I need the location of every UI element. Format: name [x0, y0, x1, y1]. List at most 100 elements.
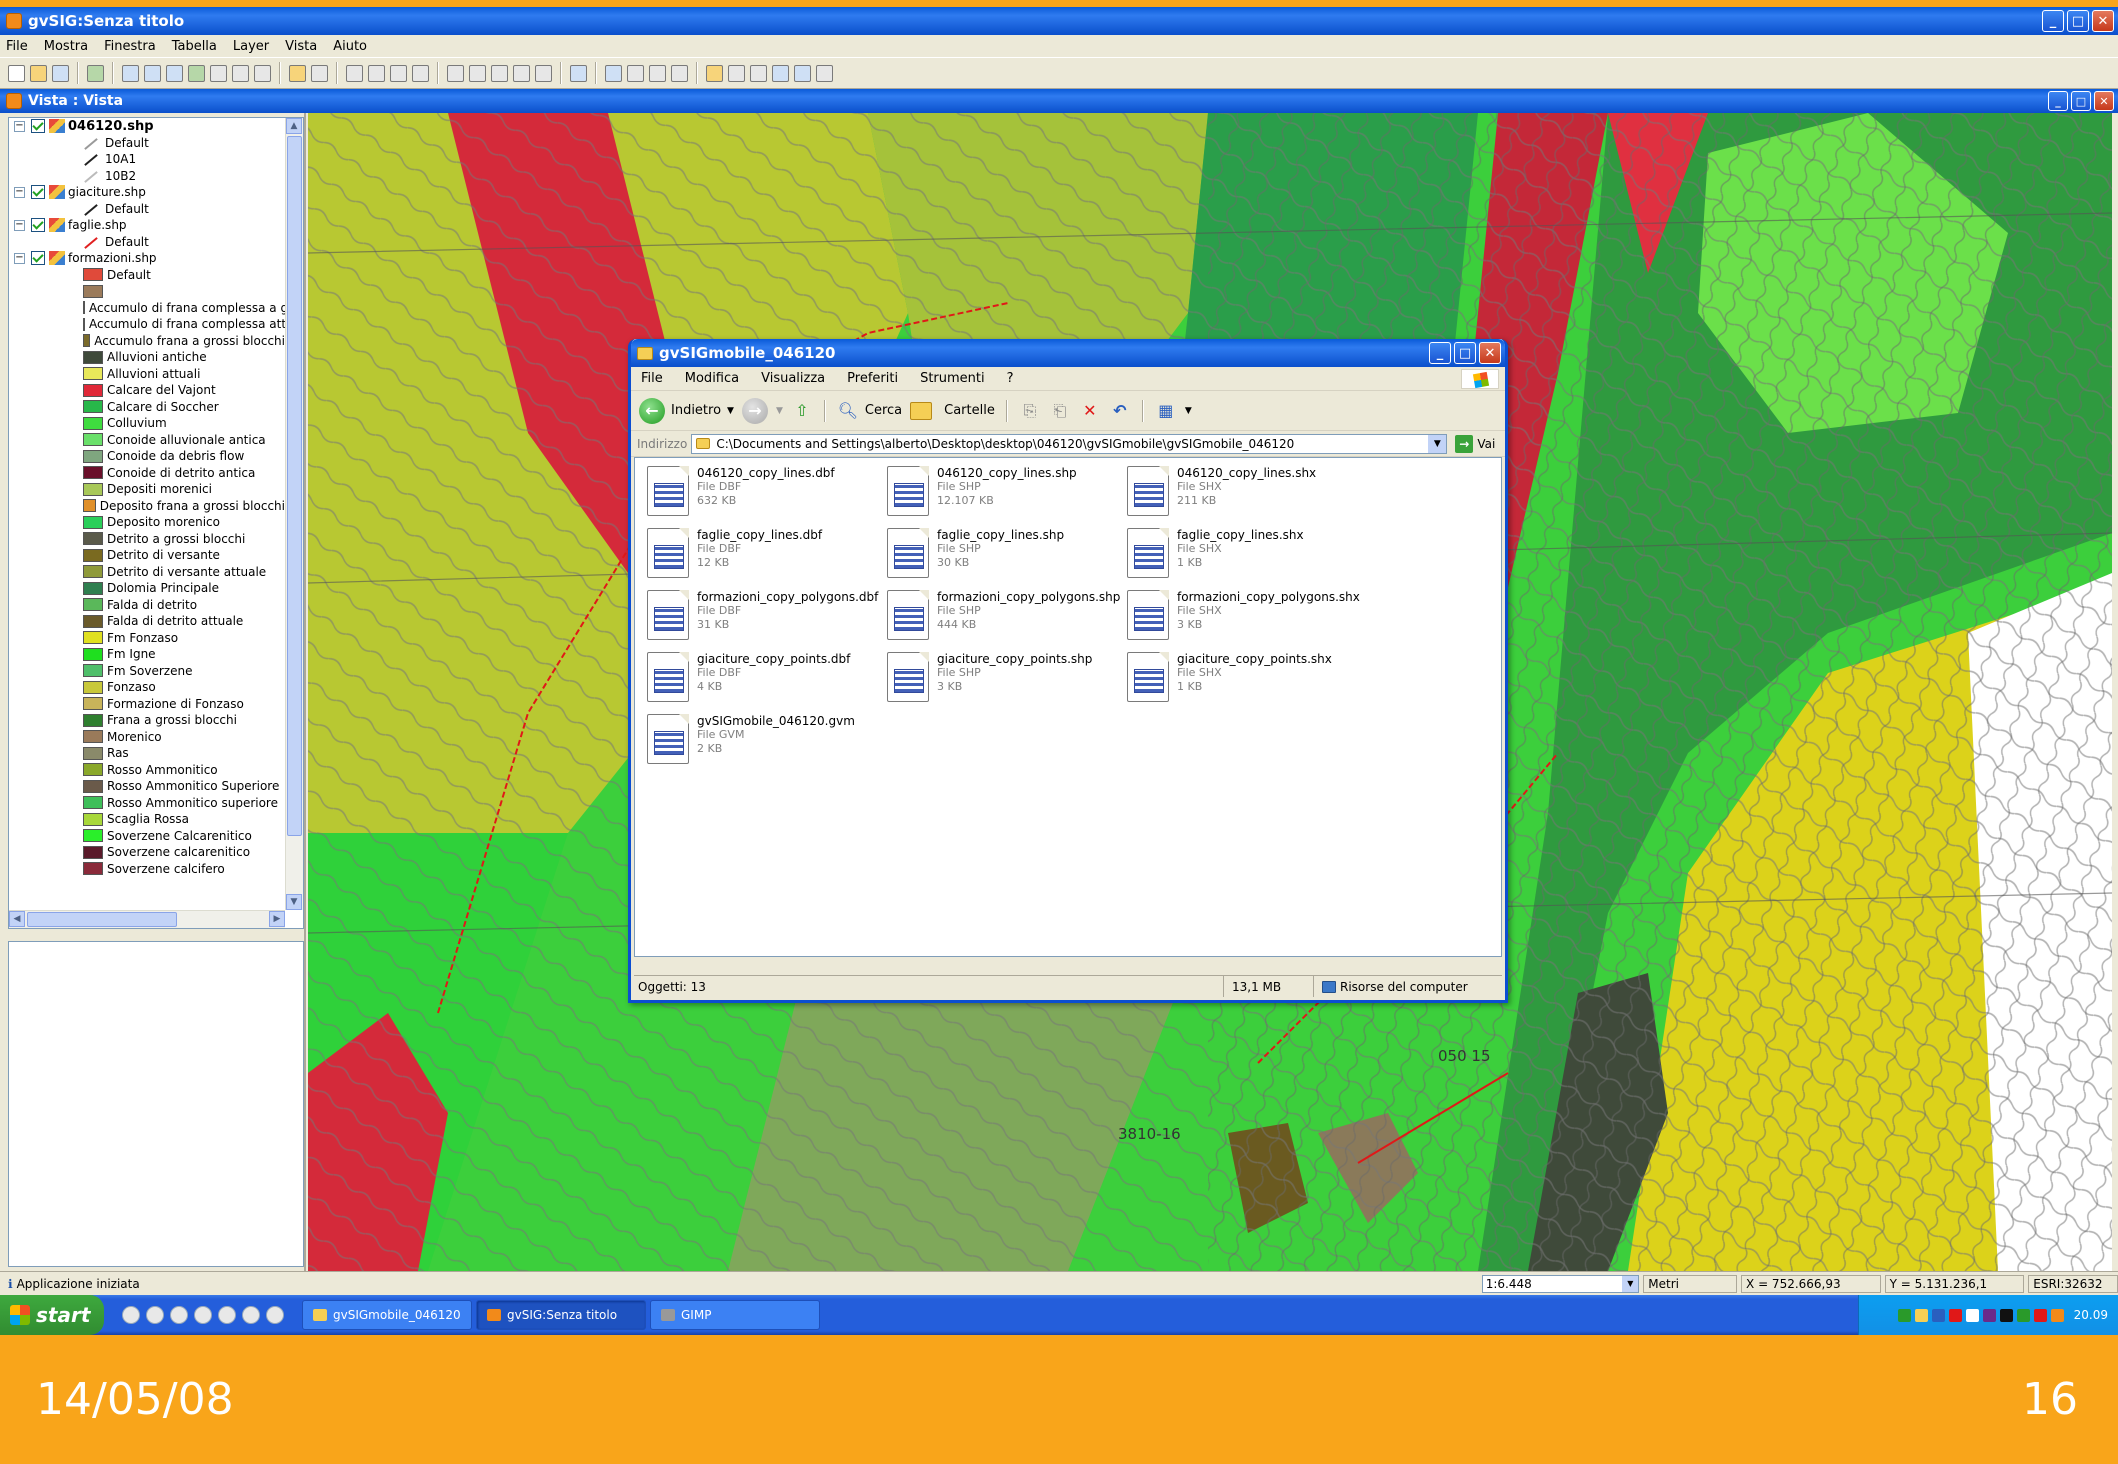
info-icon[interactable] — [346, 64, 363, 82]
explorer-menu-help[interactable]: ? — [1007, 371, 1014, 386]
file-item[interactable]: giaciture_copy_points.dbf File DBF 4 KB — [647, 652, 883, 708]
firefox-icon[interactable] — [146, 1306, 164, 1324]
menu-tabella[interactable]: Tabella — [172, 39, 217, 54]
copy-icon[interactable] — [772, 64, 789, 82]
scroll-down-icon[interactable]: ▼ — [286, 894, 302, 910]
explorer-menu-preferiti[interactable]: Preferiti — [847, 371, 898, 386]
select-layer-icon[interactable] — [535, 64, 552, 82]
file-item[interactable]: formazioni_copy_polygons.dbf File DBF 31 K… — [647, 590, 883, 646]
back-button[interactable]: ← Indietro ▼ — [639, 397, 734, 424]
view-minimize-button[interactable]: _ — [2048, 91, 2068, 111]
undo-icon[interactable]: ↶ — [1109, 400, 1131, 422]
zoom-select-icon[interactable] — [166, 64, 183, 82]
zoom-previous-icon[interactable] — [254, 64, 271, 82]
explorer-close-button[interactable]: ✕ — [1479, 342, 1501, 364]
zoom-out-icon[interactable] — [144, 64, 161, 82]
forward-arrow-icon[interactable]: → — [741, 397, 768, 424]
zoom-all-icon[interactable] — [188, 64, 205, 82]
search-button[interactable]: 🔍︎ Cerca — [837, 400, 902, 422]
ie-icon[interactable] — [122, 1306, 140, 1324]
delete-icon[interactable]: ✕ — [1079, 400, 1101, 422]
select-pointer-icon[interactable] — [447, 64, 464, 82]
locator-icon[interactable] — [289, 64, 306, 82]
tray-icon-9[interactable] — [2033, 1308, 2047, 1322]
toc-layer-row[interactable]: − formazioni.shp — [9, 250, 285, 267]
menu-vista[interactable]: Vista — [285, 39, 317, 54]
move-to-icon[interactable]: ⎘ — [1019, 400, 1041, 422]
save-icon[interactable] — [52, 64, 69, 82]
task-gvsig[interactable]: gvSIG:Senza titolo — [476, 1300, 646, 1330]
scale-dropdown-icon[interactable]: ▼ — [1622, 1275, 1639, 1292]
add-layer-icon[interactable] — [87, 64, 104, 82]
toc-layer-row[interactable]: − giaciture.shp — [9, 184, 285, 201]
layout-icon[interactable] — [706, 64, 723, 82]
file-item[interactable]: 046120_copy_lines.dbf File DBF 632 KB — [647, 466, 883, 522]
paste-icon[interactable] — [794, 64, 811, 82]
views-dropdown-icon[interactable]: ▼ — [1185, 406, 1192, 416]
address-field[interactable]: C:\Documents and Settings\alberto\Deskto… — [691, 433, 1448, 454]
tray-icon-1[interactable] — [1897, 1308, 1911, 1322]
folders-button[interactable]: Cartelle — [910, 401, 995, 420]
copy-to-icon[interactable]: ⎗ — [1049, 400, 1071, 422]
tray-icon-5[interactable] — [1965, 1308, 1979, 1322]
menu-mostra[interactable]: Mostra — [44, 39, 88, 54]
select-polygon-icon[interactable] — [513, 64, 530, 82]
collapse-icon[interactable]: − — [14, 219, 25, 231]
explorer-menu-strumenti[interactable]: Strumenti — [920, 371, 985, 386]
explorer-menu-modifica[interactable]: Modifica — [685, 371, 739, 386]
new-icon[interactable] — [8, 64, 25, 82]
select-rect-icon[interactable] — [491, 64, 508, 82]
tray-icon-3[interactable] — [1931, 1308, 1945, 1322]
toc-horizontal-scrollbar[interactable]: ◀ ▶ — [9, 910, 285, 928]
file-item[interactable]: formazioni_copy_polygons.shp File SHP 444 … — [887, 590, 1123, 646]
tool-icon[interactable] — [412, 64, 429, 82]
grid-icon[interactable] — [728, 64, 745, 82]
tray-icon-4[interactable] — [1948, 1308, 1962, 1322]
file-item[interactable]: faglie_copy_lines.shp File SHP 30 KB — [887, 528, 1123, 584]
select-point-icon[interactable] — [469, 64, 486, 82]
explorer-maximize-button[interactable]: □ — [1454, 342, 1476, 364]
task-gimp[interactable]: GIMP — [650, 1300, 820, 1330]
view-close-button[interactable]: ✕ — [2094, 91, 2114, 111]
scale-field[interactable]: 1:6.448 ▼ — [1481, 1274, 1640, 1293]
explorer-minimize-button[interactable]: _ — [1429, 342, 1451, 364]
file-item[interactable]: faglie_copy_lines.dbf File DBF 12 KB — [647, 528, 883, 584]
maximize-button[interactable]: □ — [2067, 10, 2089, 32]
task-explorer[interactable]: gvSIGmobile_046120 — [302, 1300, 472, 1330]
gimp-quick-icon[interactable] — [266, 1306, 284, 1324]
address-dropdown-icon[interactable]: ▼ — [1428, 434, 1447, 453]
explorer-menu-visualizza[interactable]: Visualizza — [761, 371, 825, 386]
layer-visibility-checkbox[interactable] — [31, 185, 45, 200]
app-quick-icon[interactable] — [194, 1306, 212, 1324]
filter-icon[interactable] — [605, 64, 622, 82]
file-item[interactable]: faglie_copy_lines.shx File SHX 1 KB — [1127, 528, 1363, 584]
tray-icon-8[interactable] — [2016, 1308, 2030, 1322]
file-item[interactable]: giaciture_copy_points.shx File SHX 1 KB — [1127, 652, 1363, 708]
scroll-thumb[interactable] — [287, 136, 302, 836]
menu-finestra[interactable]: Finestra — [104, 39, 156, 54]
tray-icon-6[interactable] — [1982, 1308, 1996, 1322]
close-button[interactable]: ✕ — [2092, 10, 2114, 32]
zoom-in-icon[interactable] — [122, 64, 139, 82]
file-item[interactable]: giaciture_copy_points.shp File SHP 3 KB — [887, 652, 1123, 708]
hscroll-thumb[interactable] — [27, 912, 177, 927]
settings-icon[interactable] — [750, 64, 767, 82]
file-item[interactable]: 046120_copy_lines.shp File SHP 12.107 KB — [887, 466, 1123, 522]
back-dropdown-icon[interactable]: ▼ — [727, 406, 734, 416]
view-maximize-button[interactable]: □ — [2071, 91, 2091, 111]
minimize-button[interactable]: _ — [2042, 10, 2064, 32]
layer-visibility-checkbox[interactable] — [31, 218, 45, 233]
chat-icon[interactable] — [242, 1306, 260, 1324]
layer-visibility-checkbox[interactable] — [31, 251, 45, 266]
go-button[interactable]: → Vai — [1455, 434, 1495, 453]
find-icon[interactable] — [671, 64, 688, 82]
views-icon[interactable]: ▦ — [1155, 400, 1177, 422]
file-item[interactable]: 046120_copy_lines.shx File SHX 211 KB — [1127, 466, 1363, 522]
zoom-full-icon[interactable] — [232, 64, 249, 82]
layer-visibility-checkbox[interactable] — [31, 119, 45, 134]
start-button[interactable]: start — [0, 1295, 104, 1335]
graphics-icon[interactable] — [570, 64, 587, 82]
file-item[interactable]: formazioni_copy_polygons.shx File SHX 3 KB — [1127, 590, 1363, 646]
zoom-extent-icon[interactable] — [210, 64, 227, 82]
toc-layer-row[interactable]: − faglie.shp — [9, 217, 285, 234]
